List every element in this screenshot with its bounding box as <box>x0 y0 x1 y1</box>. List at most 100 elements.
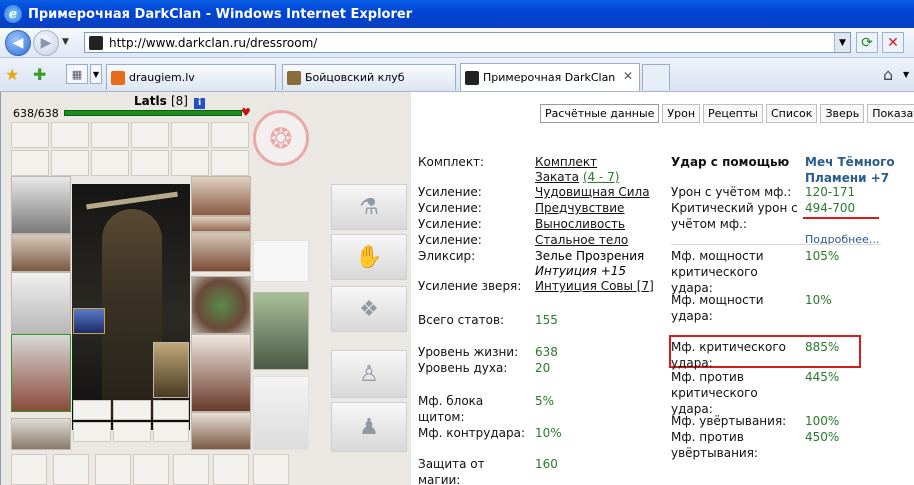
life-label: Уровень жизни: <box>418 345 519 359</box>
boost-label: Усиление: <box>418 185 482 199</box>
ring-slot[interactable] <box>211 122 249 148</box>
shield-slot[interactable] <box>191 276 251 334</box>
recent-pages-dropdown[interactable]: ▼ <box>62 37 69 47</box>
hp-bar <box>64 110 242 116</box>
more-details-link[interactable]: Подробнее... <box>805 232 879 248</box>
scroll-slot[interactable] <box>51 150 89 176</box>
scroll-slot[interactable] <box>131 150 169 176</box>
amulet-slot[interactable] <box>113 400 151 420</box>
amulet-slot[interactable] <box>153 400 189 420</box>
belt-slot[interactable] <box>11 418 71 450</box>
crit-mf-label: Мф. критического удара: <box>671 340 787 370</box>
crit-damage-value: 494-700 <box>805 201 856 215</box>
ring-slot[interactable] <box>91 122 129 148</box>
shirt-slot[interactable] <box>253 292 309 370</box>
cloak-slot[interactable] <box>253 376 309 450</box>
add-favorites-icon[interactable]: ✚ <box>33 65 46 84</box>
bag-slot[interactable] <box>253 454 289 485</box>
set-link-line1[interactable]: Комплект <box>535 154 597 170</box>
tab-bar: ★ ✚ ▦ ▼ draugiem.lv Бойцовский клуб Прим… <box>0 58 914 92</box>
scroll-slot[interactable] <box>91 150 129 176</box>
beast-icon[interactable]: ❖ <box>331 286 407 332</box>
boost-link[interactable]: Предчувствие <box>535 200 624 216</box>
elixir-effect: Интуиция +15 <box>535 264 627 278</box>
rune-icon[interactable] <box>73 308 105 334</box>
hands-icon[interactable]: ✋ <box>331 234 407 280</box>
bag-slot[interactable] <box>133 454 169 485</box>
leggings-slot[interactable] <box>191 334 251 412</box>
crown-slot[interactable] <box>253 240 309 282</box>
boost-link[interactable]: Выносливость <box>535 216 625 232</box>
bracers-slot[interactable] <box>11 234 71 272</box>
home-dropdown-icon[interactable]: ▼ <box>903 70 909 79</box>
heart-icon: ♥ <box>241 106 251 119</box>
ring-slot[interactable] <box>11 122 49 148</box>
gloves-slot[interactable] <box>191 232 251 272</box>
boost-link[interactable]: Стальное тело <box>535 232 628 248</box>
stop-button[interactable]: ✕ <box>882 32 904 53</box>
tab-darkclan[interactable]: Примерочная DarkClan ✕ <box>460 63 640 91</box>
tab-indicators[interactable]: Показатели <box>867 104 914 123</box>
boost-link[interactable]: Чудовищная Сила <box>535 184 650 200</box>
helmet-slot[interactable] <box>11 176 71 234</box>
tab-beast[interactable]: Зверь <box>820 104 865 123</box>
info-icon[interactable]: i <box>194 98 206 109</box>
bag-slot[interactable] <box>213 454 249 485</box>
bag-slot[interactable] <box>11 454 47 485</box>
quick-tabs-button[interactable]: ▦ <box>66 64 88 84</box>
info-tabs: Расчётные данные Урон Рецепты Список Зве… <box>540 104 914 123</box>
swords-favicon-icon <box>287 70 301 85</box>
ring-slot[interactable] <box>171 122 209 148</box>
tab-calculated[interactable]: Расчётные данные <box>540 104 660 123</box>
window-title: Примерочная DarkClan - Windows Internet … <box>28 6 413 22</box>
close-tab-icon[interactable]: ✕ <box>623 69 633 83</box>
tab-draugiem[interactable]: draugiem.lv <box>106 64 276 90</box>
bag-slot[interactable] <box>53 454 89 485</box>
home-icon[interactable]: ⌂ <box>883 65 893 84</box>
stance-icon[interactable]: ♙ <box>331 350 407 398</box>
forward-button[interactable]: ▶ <box>33 30 59 56</box>
tab-damage[interactable]: Урон <box>662 104 701 123</box>
address-bar[interactable]: http://www.darkclan.ru/dressroom/ ▼ <box>84 32 851 53</box>
anticrit-label: Мф. против критического удара: <box>671 370 758 416</box>
scroll-slot[interactable] <box>171 150 209 176</box>
beast-boost-link[interactable]: Интуиция Совы [7] <box>535 278 654 294</box>
dodge-value: 100% <box>805 414 840 428</box>
scroll-slot[interactable] <box>11 150 49 176</box>
rings-slot[interactable] <box>191 216 251 232</box>
owl-pet-icon[interactable] <box>153 342 189 398</box>
pose-icon[interactable]: ♟ <box>331 402 407 452</box>
tab-fight-club[interactable]: Бойцовский клуб <box>282 64 456 90</box>
tab-label: Примерочная DarkClan <box>483 71 616 84</box>
tab-recipes[interactable]: Рецепты <box>703 104 763 123</box>
site-favicon-icon <box>89 35 103 50</box>
card-slot[interactable] <box>153 422 189 442</box>
boots-slot[interactable] <box>191 412 251 450</box>
darkclan-favicon-icon <box>465 70 479 85</box>
scroll-slot[interactable] <box>211 150 249 176</box>
antidodge-value: 450% <box>805 430 840 444</box>
ring-slot[interactable] <box>51 122 89 148</box>
beast-boost-label: Усиление зверя: <box>418 279 522 293</box>
new-tab-button[interactable] <box>642 64 670 90</box>
earrings-slot[interactable] <box>191 176 251 216</box>
set-link-line2[interactable]: Заката <box>535 170 579 184</box>
card-slot[interactable] <box>73 422 111 442</box>
bag-slot[interactable] <box>173 454 209 485</box>
power-label: Мф. мощности удара: <box>671 293 764 323</box>
weapon-slot[interactable] <box>11 272 71 334</box>
tab-list-button[interactable]: ▼ <box>90 64 102 84</box>
set-value: Заката (4 - 7) <box>535 169 619 185</box>
armor-slot[interactable] <box>11 334 71 412</box>
potion-icon[interactable]: ⚗ <box>331 184 407 230</box>
favorites-star-icon[interactable]: ★ <box>5 65 19 84</box>
card-slot[interactable] <box>113 422 151 442</box>
bag-slot[interactable] <box>95 454 131 485</box>
amulet-slot[interactable] <box>73 400 111 420</box>
tab-list[interactable]: Список <box>765 104 818 123</box>
back-button[interactable]: ◀ <box>5 30 31 56</box>
ring-slot[interactable] <box>131 122 169 148</box>
clan-dragon-logo-icon: ❂ <box>253 110 309 166</box>
address-dropdown-icon[interactable]: ▼ <box>834 33 850 52</box>
refresh-button[interactable]: ⟳ <box>856 32 878 53</box>
